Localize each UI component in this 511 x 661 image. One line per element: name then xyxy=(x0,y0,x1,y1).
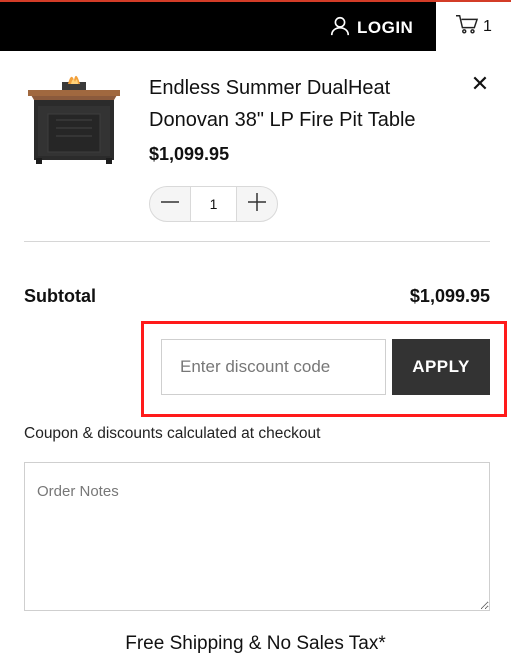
cart-count: 1 xyxy=(483,17,492,35)
increase-quantity-button[interactable] xyxy=(237,187,277,221)
apply-button[interactable]: APPLY xyxy=(392,339,490,395)
quantity-stepper: 1 xyxy=(149,186,278,222)
product-price: $1,099.95 xyxy=(149,144,230,164)
top-bar: LOGIN 1 xyxy=(0,0,511,51)
subtotal-label: Subtotal xyxy=(24,286,96,306)
login-label: LOGIN xyxy=(357,18,414,37)
decrease-quantity-button[interactable] xyxy=(150,187,190,221)
user-icon xyxy=(329,15,351,42)
subtotal-value: $1,099.95 xyxy=(409,286,490,306)
minus-icon xyxy=(160,192,180,217)
shipping-note: Free Shipping & No Sales Tax* xyxy=(125,633,386,654)
quantity-input[interactable]: 1 xyxy=(190,187,237,221)
divider xyxy=(24,241,490,242)
plus-icon xyxy=(247,192,267,217)
shopping-cart-icon xyxy=(455,13,479,40)
coupon-note: Coupon & discounts calculated at checkou… xyxy=(24,425,321,442)
order-notes-field[interactable] xyxy=(24,462,490,611)
product-image[interactable] xyxy=(24,70,124,166)
cart-drawer: LOGIN 1 Endless Summer DualHeat Donovan … xyxy=(0,0,511,661)
product-title[interactable]: Endless Summer DualHeat Donovan 38" LP F… xyxy=(149,72,459,136)
close-icon[interactable]: ✕ xyxy=(470,73,490,95)
login-link[interactable]: LOGIN xyxy=(329,16,413,40)
cart-button[interactable]: 1 xyxy=(436,2,511,51)
discount-code-input[interactable] xyxy=(161,339,386,395)
